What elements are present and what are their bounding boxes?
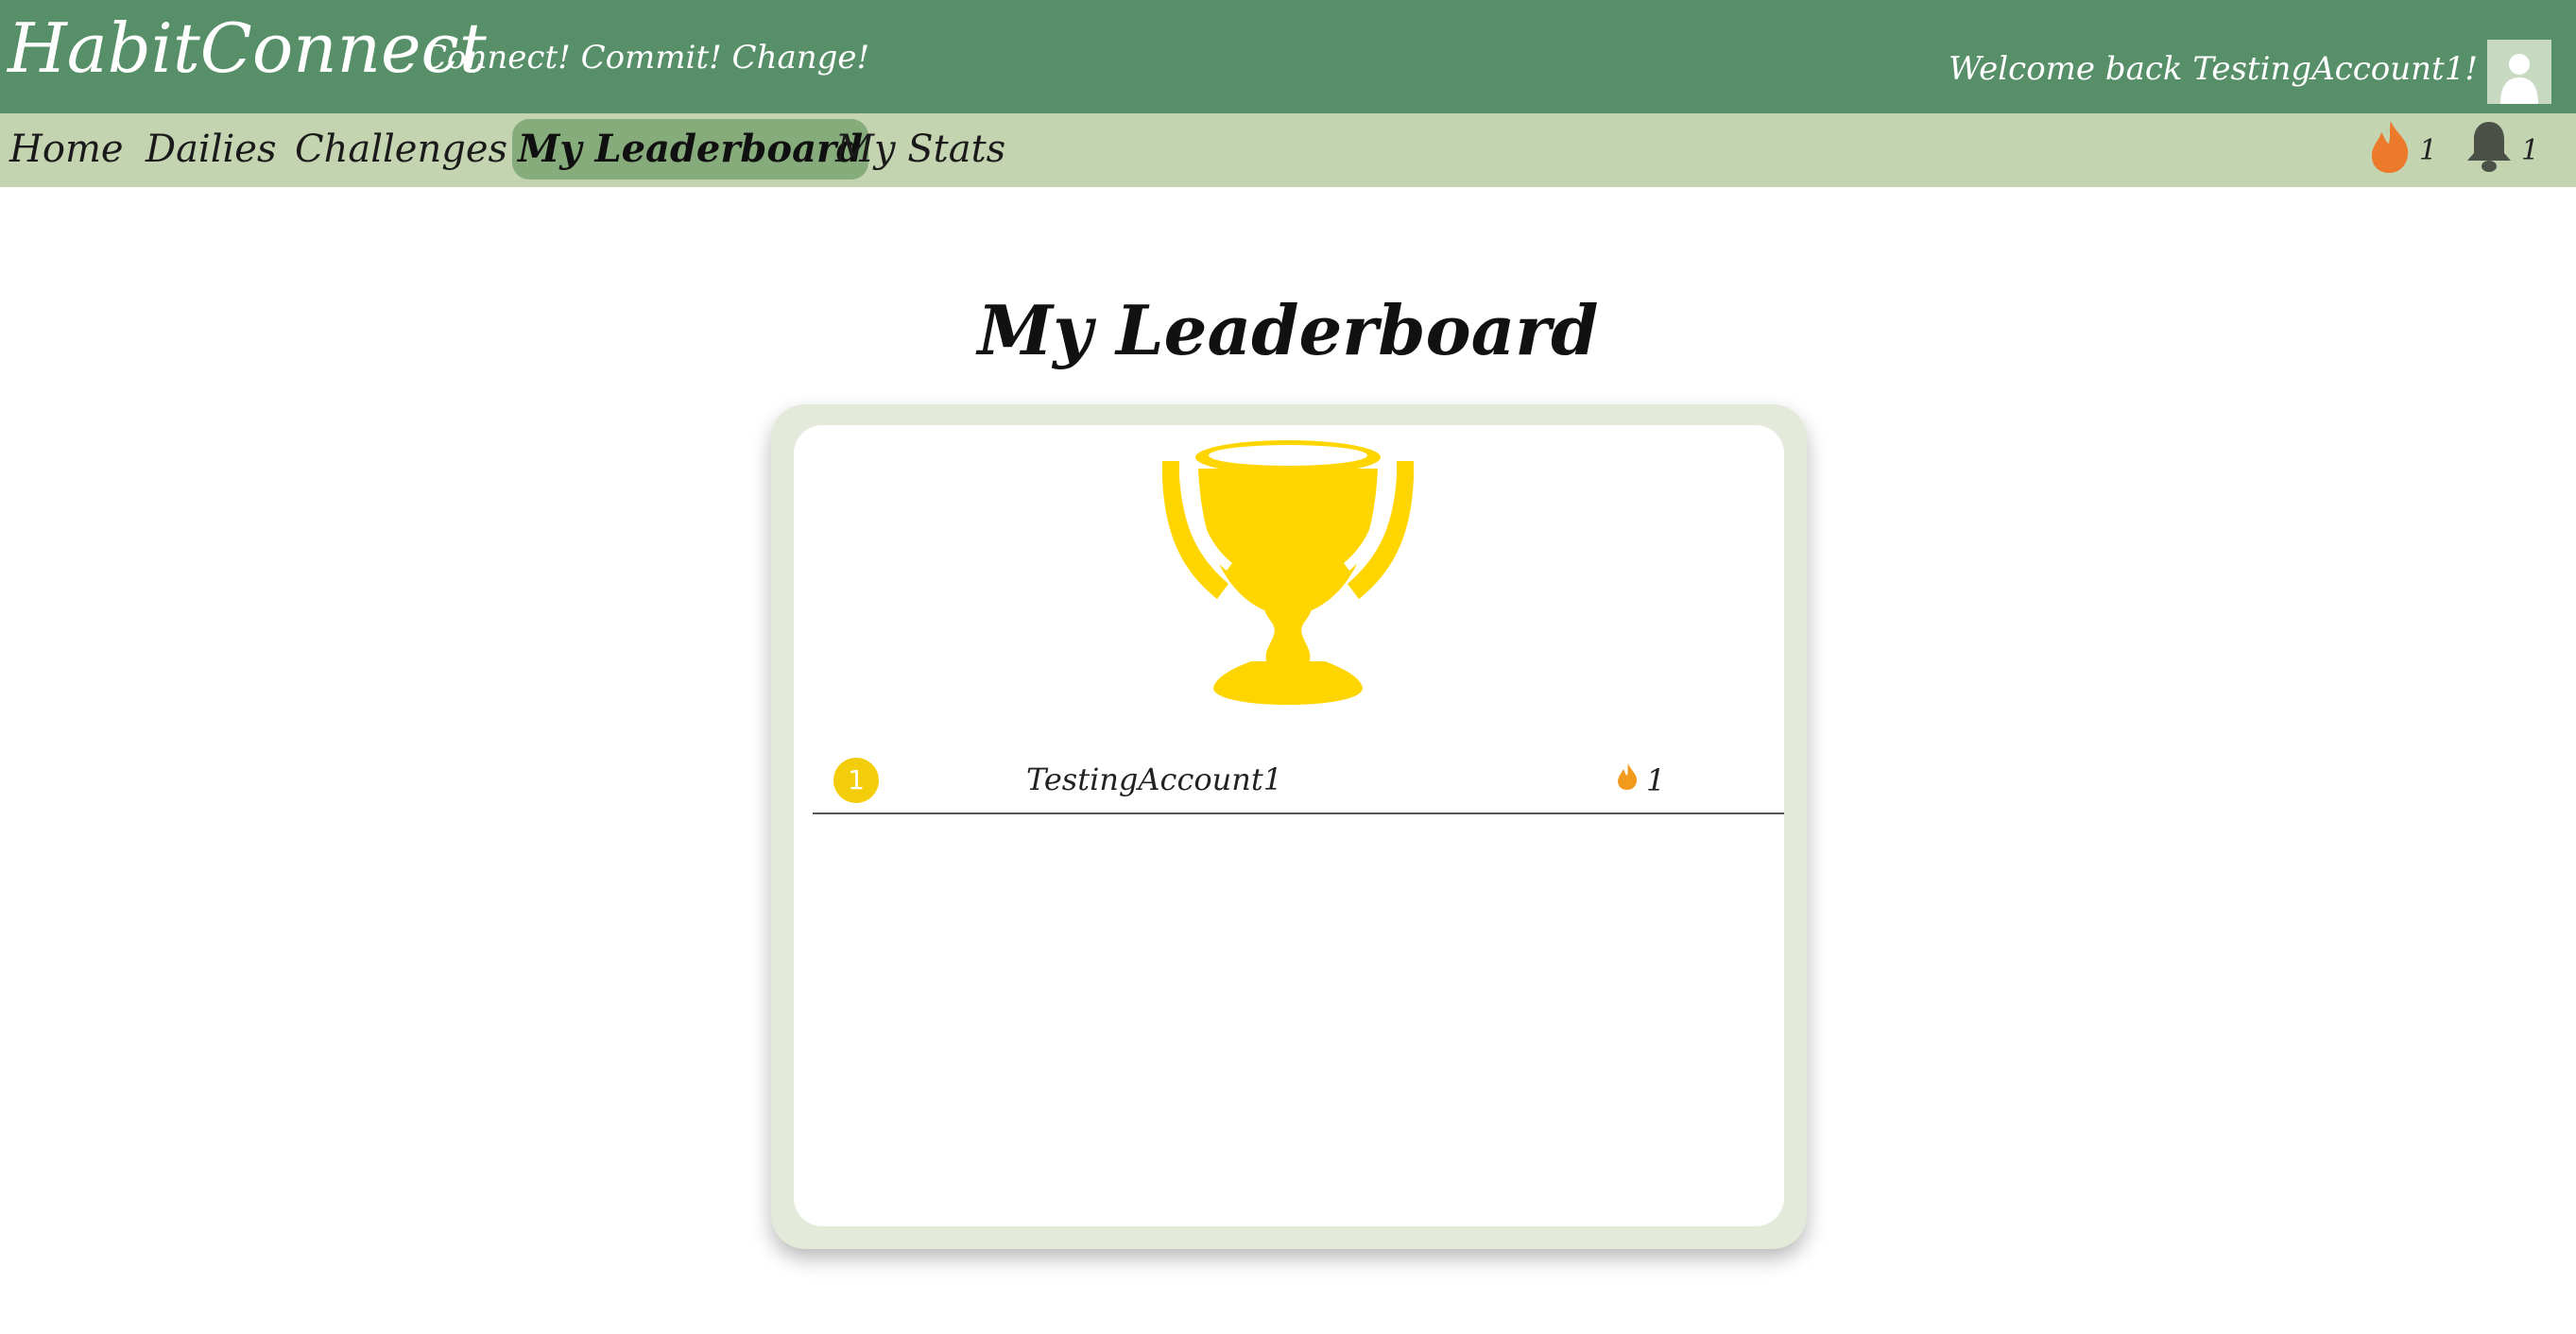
bell-icon xyxy=(2464,119,2514,181)
brand-logo-text[interactable]: HabitConnect xyxy=(8,6,487,91)
nav-item-home[interactable]: Home xyxy=(4,119,129,180)
nav-item-my-stats[interactable]: My Stats xyxy=(830,119,1011,180)
main-nav: Home Dailies Challenges My Leaderboard M… xyxy=(0,113,2576,187)
page-title: My Leaderboard xyxy=(977,290,1599,370)
trophy-icon xyxy=(1160,435,1416,709)
streak-counter[interactable]: 1 xyxy=(2368,121,2438,174)
leaderboard-row[interactable]: 1 TestingAccount1 1 xyxy=(813,746,1784,814)
leaderboard-score: 1 xyxy=(1616,758,1665,803)
leaderboard-card: 1 TestingAccount1 1 xyxy=(771,404,1807,1249)
app-header: HabitConnect Connect! Commit! Change! We… xyxy=(0,0,2576,113)
streak-count: 1 xyxy=(2419,133,2438,167)
brand-tagline: Connect! Commit! Change! xyxy=(422,39,870,77)
leaderboard-card-body: 1 TestingAccount1 1 xyxy=(794,425,1784,1226)
user-avatar-icon[interactable] xyxy=(2487,40,2551,104)
notification-counter[interactable]: 1 xyxy=(2464,122,2540,174)
nav-item-dailies[interactable]: Dailies xyxy=(140,119,283,180)
flame-icon xyxy=(1616,762,1639,798)
notification-count: 1 xyxy=(2521,133,2540,167)
welcome-message: Welcome back TestingAccount1! xyxy=(1948,50,2478,88)
nav-item-my-leaderboard[interactable]: My Leaderboard xyxy=(512,119,869,180)
leaderboard-score-value: 1 xyxy=(1646,762,1666,798)
leaderboard-username: TestingAccount1 xyxy=(1026,761,1283,797)
rank-badge: 1 xyxy=(833,758,879,803)
nav-item-challenges[interactable]: Challenges xyxy=(289,119,513,180)
flame-icon xyxy=(2368,119,2412,181)
